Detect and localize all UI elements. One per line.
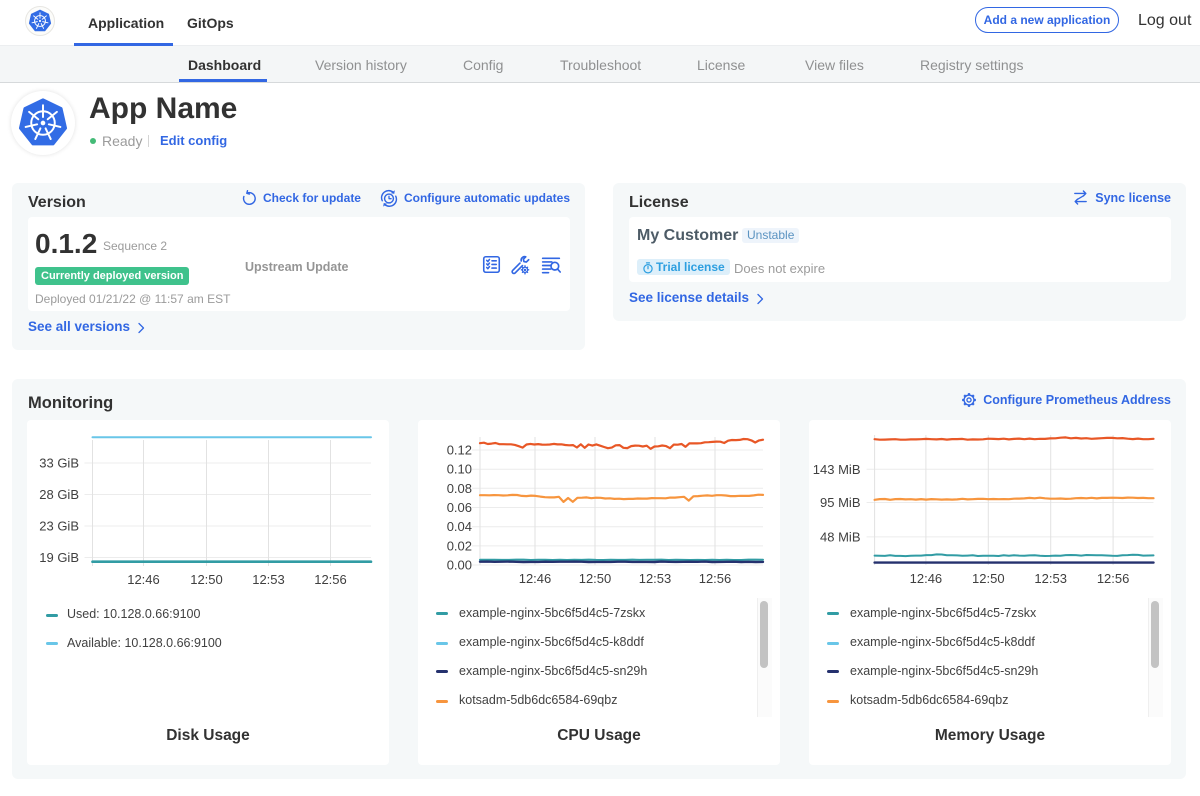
svg-text:12:53: 12:53 <box>1034 571 1067 586</box>
svg-text:19 GiB: 19 GiB <box>39 550 79 565</box>
svg-text:0.06: 0.06 <box>447 500 472 515</box>
svg-text:12:56: 12:56 <box>314 572 347 587</box>
svg-text:0.00: 0.00 <box>447 558 472 573</box>
svg-text:0.10: 0.10 <box>447 462 472 477</box>
svg-text:95 MiB: 95 MiB <box>820 495 860 510</box>
svg-text:12:53: 12:53 <box>252 572 285 587</box>
svg-text:0.02: 0.02 <box>447 538 472 553</box>
svg-text:0.04: 0.04 <box>447 519 472 534</box>
svg-text:143 MiB: 143 MiB <box>813 462 861 477</box>
svg-text:12:53: 12:53 <box>639 571 672 586</box>
svg-text:12:46: 12:46 <box>910 571 943 586</box>
svg-text:12:50: 12:50 <box>579 571 612 586</box>
svg-text:23 GiB: 23 GiB <box>39 519 79 534</box>
svg-text:48 MiB: 48 MiB <box>820 529 860 544</box>
svg-text:12:50: 12:50 <box>972 571 1005 586</box>
svg-text:12:56: 12:56 <box>1097 571 1130 586</box>
svg-text:0.12: 0.12 <box>447 443 472 458</box>
svg-text:12:50: 12:50 <box>190 572 223 587</box>
svg-text:0.08: 0.08 <box>447 481 472 496</box>
svg-text:28 GiB: 28 GiB <box>39 487 79 502</box>
svg-text:12:46: 12:46 <box>127 572 160 587</box>
svg-text:12:56: 12:56 <box>699 571 732 586</box>
svg-text:33 GiB: 33 GiB <box>39 456 79 471</box>
svg-text:12:46: 12:46 <box>519 571 552 586</box>
